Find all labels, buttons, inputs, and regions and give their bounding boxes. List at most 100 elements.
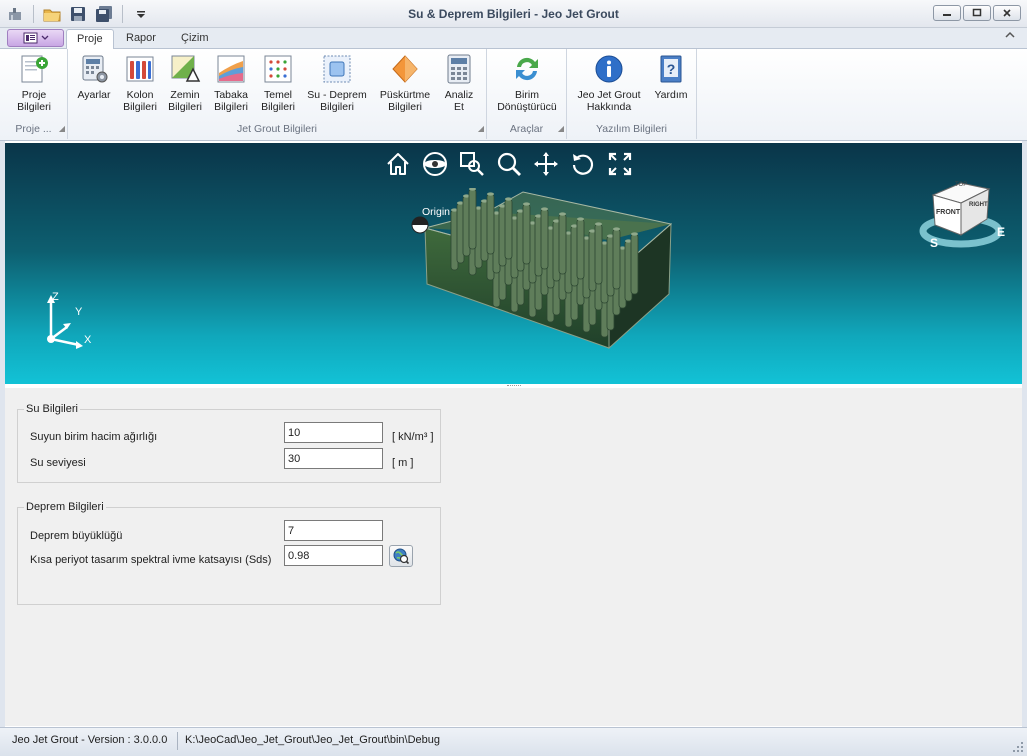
proje-bilgileri-label-1: Proje bbox=[21, 89, 47, 101]
ribbon-group-proje: Proje Bilgileri Proje ... ◢ bbox=[0, 49, 68, 139]
application-menu-button[interactable] bbox=[7, 29, 64, 47]
zemin-label-2: Bilgileri bbox=[168, 101, 202, 113]
hakkinda-label-1: Jeo Jet Grout bbox=[577, 89, 641, 101]
viewcube-top-label[interactable]: TOP bbox=[955, 182, 967, 188]
pile-column bbox=[486, 193, 495, 255]
puskurtme-label-2: Bilgileri bbox=[388, 101, 422, 113]
status-bar: Jeo Jet Grout - Version : 3.0.0.0 K:\Jeo… bbox=[0, 727, 1027, 756]
close-icon bbox=[1003, 9, 1011, 17]
axis-x-label: X bbox=[84, 334, 92, 346]
analiz-et-button[interactable]: Analiz Et bbox=[437, 53, 481, 113]
tab-cizim[interactable]: Çizim bbox=[171, 29, 219, 49]
compass-south-label[interactable]: S bbox=[930, 236, 938, 250]
birim-hacim-label: Suyun birim hacim ağırlığı bbox=[30, 431, 158, 443]
pile-column bbox=[612, 228, 621, 290]
ribbon-group-yazilim: Jeo Jet Grout Hakkında ? Yardım Yazılım … bbox=[567, 49, 697, 139]
pile-column-cap bbox=[613, 227, 620, 231]
group-label-proje-text: Proje ... bbox=[15, 123, 52, 135]
3d-viewport[interactable]: Origin Z Y X TOP FRONT RIGHT S E bbox=[5, 143, 1022, 384]
zemin-bilgileri-button[interactable]: Zemin Bilgileri bbox=[163, 53, 207, 113]
form-area: Su Bilgileri Suyun birim hacim ağırlığı … bbox=[5, 388, 1022, 726]
viewport-toolbar bbox=[385, 151, 633, 177]
compass-east-label[interactable]: E bbox=[997, 225, 1005, 239]
zoom-icon[interactable] bbox=[496, 151, 522, 177]
zemin-label-1: Zemin bbox=[170, 89, 200, 101]
axis-z-label: Z bbox=[52, 291, 59, 303]
deprem-buyuklugu-input[interactable] bbox=[284, 520, 383, 541]
kolon-label-2: Bilgileri bbox=[123, 101, 157, 113]
su-seviyesi-input[interactable] bbox=[284, 448, 383, 469]
pile-column-cap bbox=[595, 222, 602, 226]
su-deprem-label-1: Su - Deprem bbox=[307, 89, 367, 101]
hakkinda-button[interactable]: Jeo Jet Grout Hakkında bbox=[571, 53, 647, 113]
temel-bilgileri-button[interactable]: Temel Bilgileri bbox=[256, 53, 300, 113]
sds-map-button[interactable] bbox=[389, 545, 413, 567]
puskurtme-label-1: Püskürtme bbox=[379, 89, 431, 101]
hakkinda-label-2: Hakkında bbox=[586, 101, 632, 113]
viewcube-front-label[interactable]: FRONT bbox=[936, 209, 960, 216]
calculator-icon bbox=[447, 54, 471, 84]
group-label-araclar: Araçlar ◢ bbox=[487, 123, 566, 137]
pile-column-cap bbox=[487, 192, 494, 196]
group-label-jet-grout: Jet Grout Bilgileri ◢ bbox=[68, 123, 486, 137]
su-seviyesi-label: Su seviyesi bbox=[30, 457, 86, 469]
pile-column-cap bbox=[631, 232, 638, 236]
restore-icon bbox=[972, 8, 982, 17]
title-bar: Su & Deprem Bilgileri - Jeo Jet Grout bbox=[0, 0, 1027, 28]
sds-input[interactable] bbox=[284, 545, 383, 566]
ayarlar-button[interactable]: Ayarlar bbox=[72, 53, 116, 101]
tabaka-bilgileri-button[interactable]: Tabaka Bilgileri bbox=[209, 53, 253, 113]
home-view-icon[interactable] bbox=[385, 151, 411, 177]
su-seviyesi-unit: [ m ] bbox=[392, 457, 414, 469]
dialog-launcher-icon[interactable]: ◢ bbox=[478, 124, 484, 133]
fit-to-screen-icon[interactable] bbox=[607, 151, 633, 177]
proje-bilgileri-button[interactable]: Proje Bilgileri bbox=[8, 53, 60, 113]
dialog-launcher-icon[interactable]: ◢ bbox=[59, 124, 65, 133]
resize-grip-icon[interactable] bbox=[1013, 742, 1023, 752]
pile-column bbox=[540, 208, 549, 270]
temel-label-2: Bilgileri bbox=[261, 101, 295, 113]
view-cube[interactable]: TOP FRONT RIGHT S E bbox=[919, 173, 1009, 253]
status-separator bbox=[177, 732, 178, 750]
su-bilgileri-group: Su Bilgileri Suyun birim hacim ağırlığı … bbox=[17, 403, 441, 483]
origin-label: Origin bbox=[422, 206, 451, 218]
group-label-yazilim-text: Yazılım Bilgileri bbox=[596, 123, 667, 135]
analiz-label-2: Et bbox=[454, 101, 464, 113]
orbit-icon[interactable] bbox=[422, 151, 448, 177]
su-deprem-bilgileri-button[interactable]: Su - Deprem Bilgileri bbox=[302, 53, 372, 113]
kolon-bilgileri-button[interactable]: Kolon Bilgileri bbox=[118, 53, 162, 113]
pan-icon[interactable] bbox=[533, 151, 559, 177]
birim-hacim-input[interactable] bbox=[284, 422, 383, 443]
settings-calculator-icon bbox=[82, 55, 108, 83]
ribbon: Proje Bilgileri Proje ... ◢ Ayarlar Kolon… bbox=[0, 49, 1027, 141]
zoom-window-icon[interactable] bbox=[459, 151, 485, 177]
group-label-proje: Proje ... ◢ bbox=[0, 123, 67, 137]
deprem-bilgileri-legend: Deprem Bilgileri bbox=[24, 501, 106, 513]
pile-column bbox=[558, 213, 567, 275]
close-button[interactable] bbox=[993, 5, 1021, 21]
axis-y-label: Y bbox=[75, 306, 83, 318]
group-label-araclar-text: Araçlar bbox=[509, 123, 544, 135]
pile-column bbox=[576, 218, 585, 280]
deprem-bilgileri-group: Deprem Bilgileri Deprem büyüklüğü Kısa p… bbox=[17, 501, 441, 605]
yardim-button[interactable]: ? Yardım bbox=[649, 53, 693, 101]
ribbon-group-araclar: Birim Dönüştürücü Araçlar ◢ bbox=[487, 49, 567, 139]
rotate-icon[interactable] bbox=[570, 151, 596, 177]
dialog-launcher-icon[interactable]: ◢ bbox=[558, 124, 564, 133]
layers-icon bbox=[217, 55, 245, 83]
tabaka-label-2: Bilgileri bbox=[214, 101, 248, 113]
pile-column bbox=[630, 233, 639, 295]
restore-button[interactable] bbox=[963, 5, 991, 21]
tab-proje[interactable]: Proje bbox=[66, 29, 114, 50]
minimize-button[interactable] bbox=[933, 5, 961, 21]
viewcube-right-label[interactable]: RIGHT bbox=[969, 202, 988, 208]
svg-text:?: ? bbox=[667, 61, 676, 77]
globe-search-icon bbox=[393, 548, 409, 564]
ribbon-collapse-button[interactable] bbox=[1005, 31, 1015, 42]
proje-bilgileri-label-2: Bilgileri bbox=[17, 101, 51, 113]
pile-column bbox=[522, 203, 531, 265]
unit-converter-icon bbox=[516, 57, 538, 81]
puskurtme-bilgileri-button[interactable]: Püskürtme Bilgileri bbox=[375, 53, 435, 113]
birim-donusturucu-button[interactable]: Birim Dönüştürücü bbox=[491, 53, 563, 113]
tab-rapor[interactable]: Rapor bbox=[116, 29, 166, 49]
